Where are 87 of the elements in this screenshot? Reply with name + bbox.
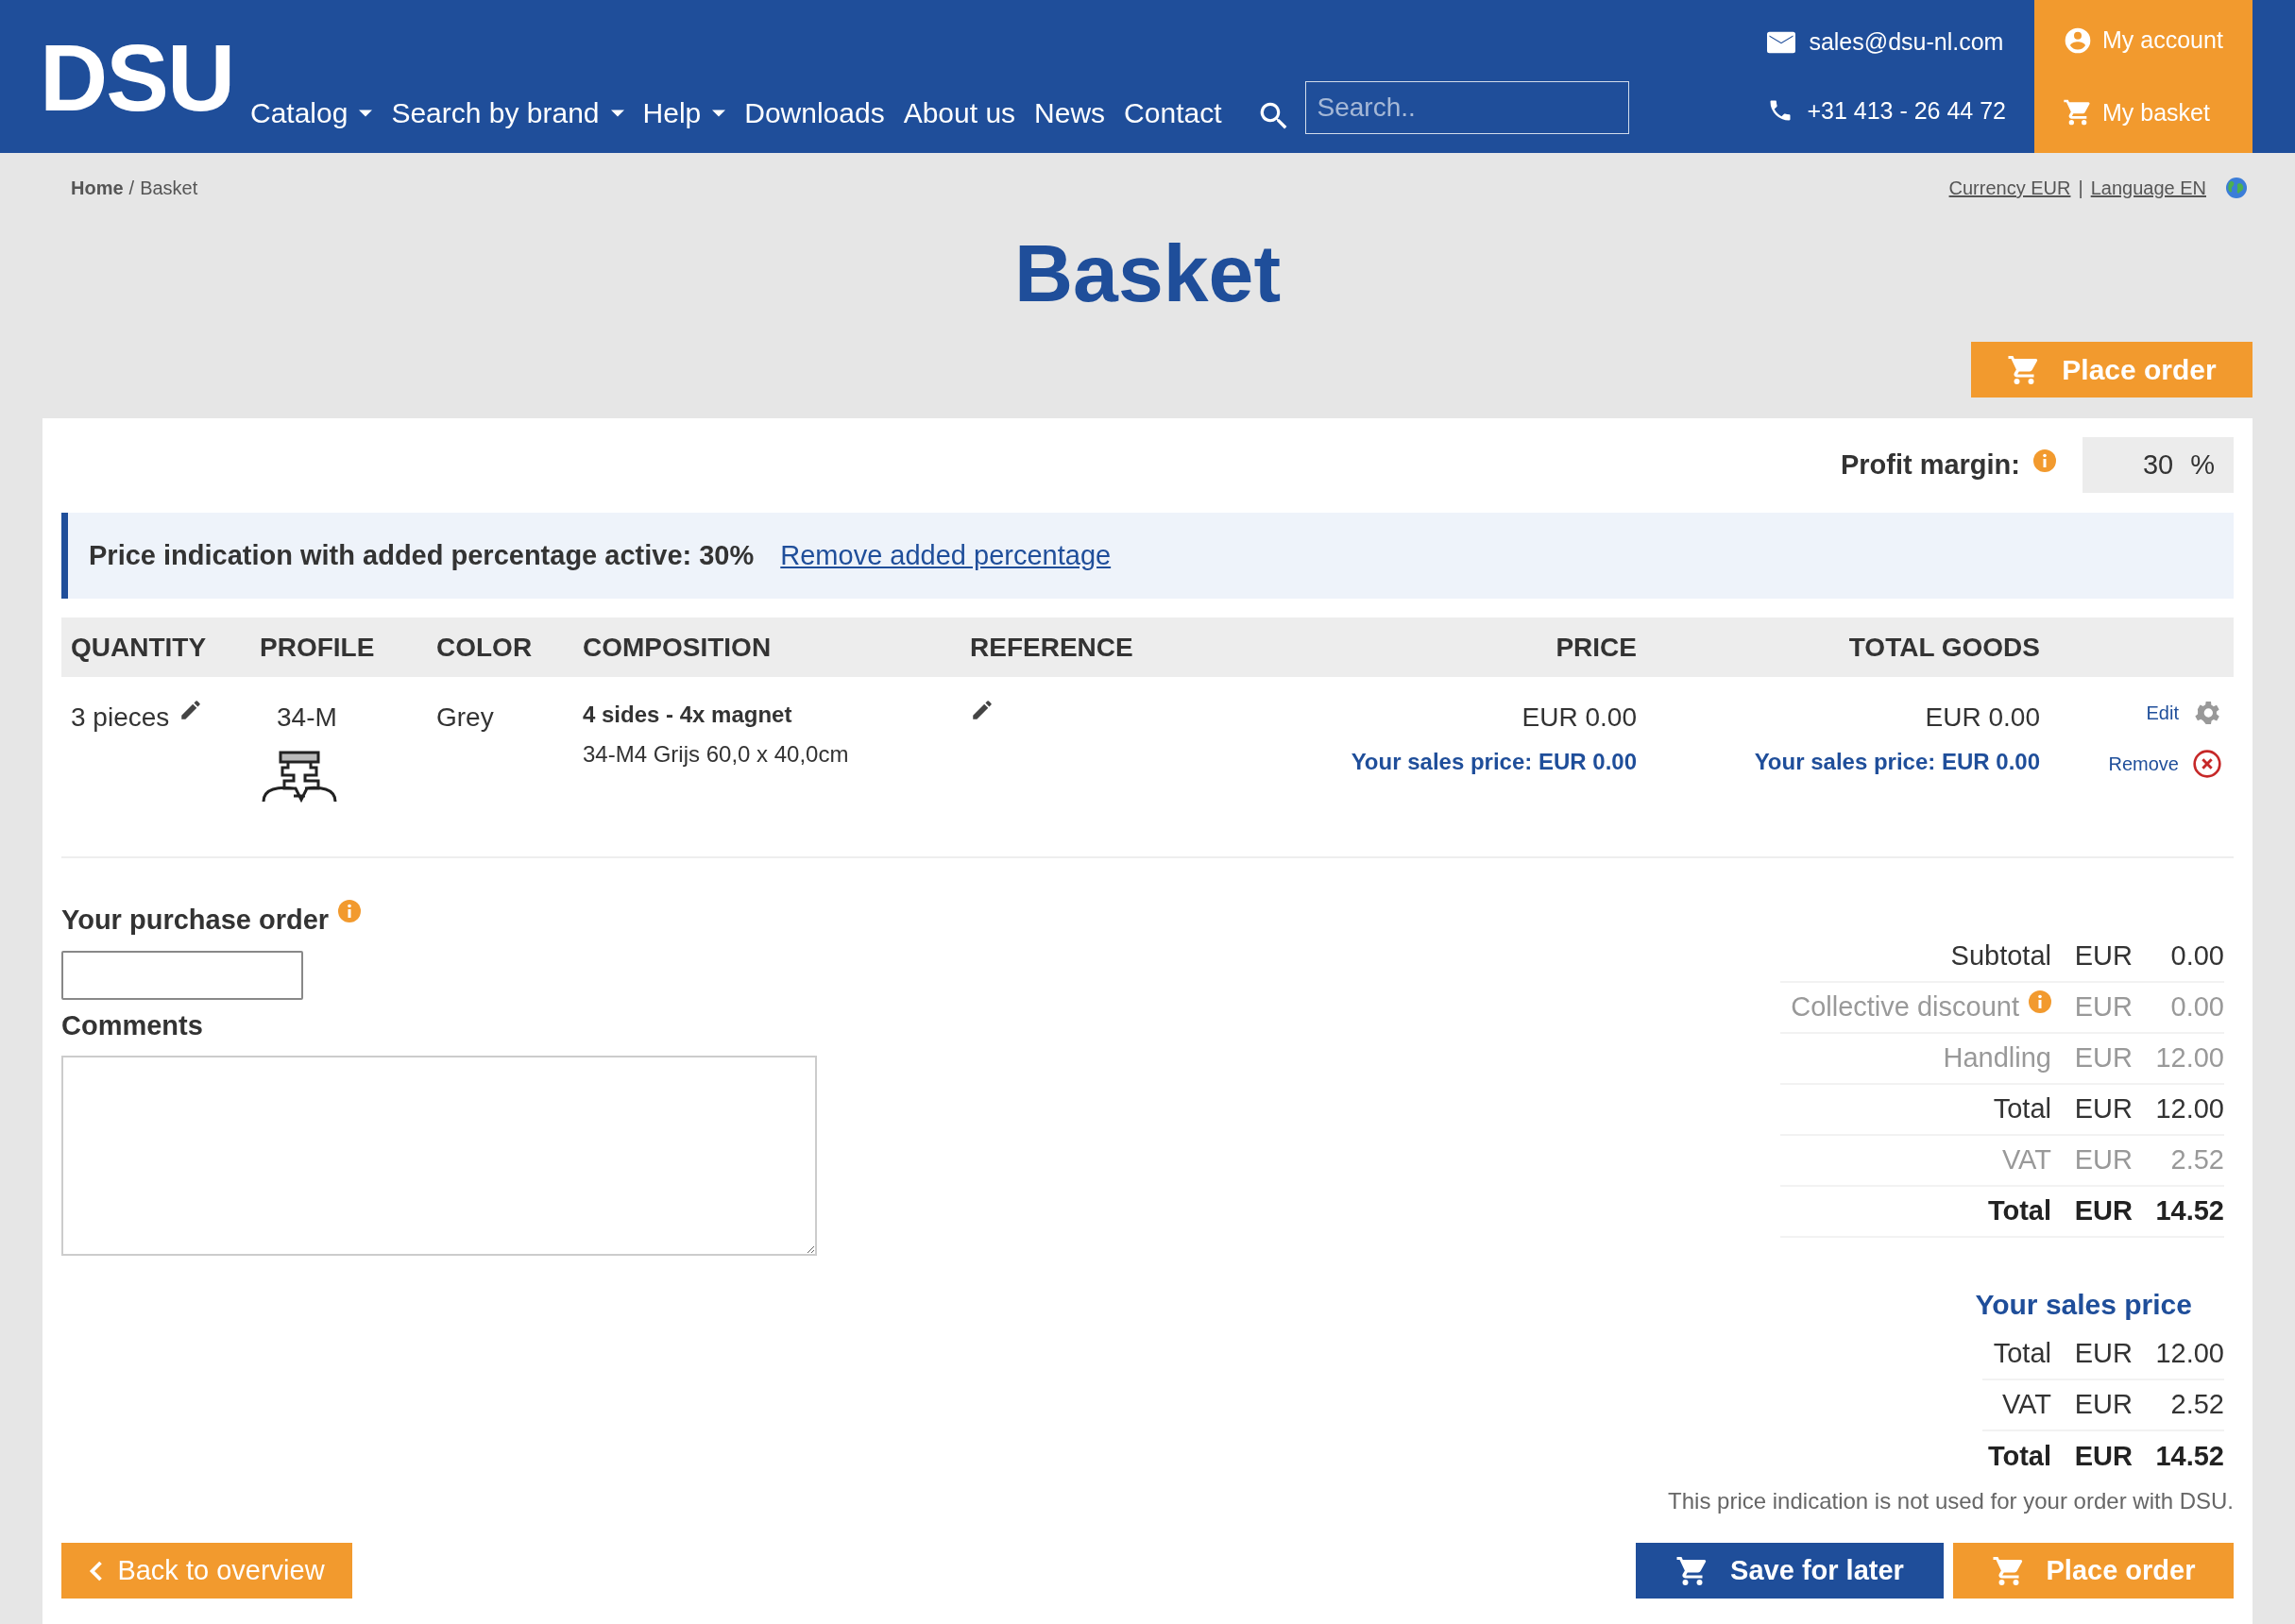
nav-link[interactable]: Contact bbox=[1124, 92, 1222, 134]
chevron-left-icon bbox=[89, 1559, 105, 1582]
summary-label: Total bbox=[1993, 1092, 2051, 1126]
summary-amount: 14.52 bbox=[2154, 1440, 2224, 1474]
sales-total-cell-text: Your sales price: EUR 0.00 bbox=[1754, 748, 2040, 776]
column-header: QUANTITY bbox=[71, 632, 207, 662]
summary-currency: EUR bbox=[2073, 1143, 2133, 1177]
search-field[interactable]: Search.. bbox=[1304, 81, 1629, 134]
profit-margin-label: Profit margin: bbox=[1840, 448, 2020, 482]
summary-currency: EUR bbox=[2073, 1092, 2133, 1126]
color-cell: Grey bbox=[436, 702, 494, 732]
nav-link[interactable]: About us bbox=[903, 92, 1016, 134]
nav-link[interactable]: Downloads bbox=[744, 92, 885, 134]
summary-currency: EUR bbox=[2073, 939, 2133, 973]
nav-link[interactable]: Help bbox=[642, 92, 726, 134]
summary-label: Collective discount bbox=[1791, 990, 2019, 1024]
edit-link[interactable]: Edit bbox=[2146, 698, 2222, 728]
disclaimer-text: This price indication is not used for your order with DSU. bbox=[1668, 1487, 2234, 1515]
sales-price-cell-text: Your sales price: EUR 0.00 bbox=[1351, 748, 1637, 776]
envelope-icon bbox=[1767, 30, 1796, 54]
summary-amount: 2.52 bbox=[2169, 1143, 2224, 1177]
remove-icon bbox=[2192, 749, 2222, 779]
profit-margin-value: 30 bbox=[2142, 448, 2174, 482]
comments-label: Comments bbox=[61, 1008, 204, 1042]
separator: | bbox=[2078, 177, 2083, 200]
summary-currency: EUR bbox=[2073, 990, 2133, 1024]
summary-label: Total bbox=[1987, 1194, 2051, 1228]
globe-icon bbox=[2225, 177, 2248, 199]
logo[interactable]: DSU bbox=[40, 30, 234, 125]
summary-currency: EUR bbox=[2073, 1194, 2133, 1228]
column-header: REFERENCE bbox=[970, 632, 1133, 662]
composition-title: 4 sides - 4x magnet bbox=[583, 701, 793, 729]
price-cell-text: EUR 0.00 bbox=[1522, 702, 1637, 734]
nav-link[interactable]: Search by brand bbox=[391, 92, 624, 134]
summary-amount: 12.00 bbox=[2154, 1041, 2224, 1075]
remove-percentage-link[interactable]: Remove added percentage bbox=[780, 534, 1112, 577]
breadcrumb-separator: / bbox=[128, 177, 135, 200]
caret-icon bbox=[610, 109, 624, 117]
info-icon bbox=[2029, 990, 2051, 1013]
notice-text: Price indication with added percentage active: 30% bbox=[89, 538, 755, 572]
comments-field[interactable] bbox=[61, 1056, 817, 1256]
column-header: TOTAL GOODS bbox=[1848, 632, 2040, 662]
phone-link[interactable]: +31 413 - 26 44 72 bbox=[1767, 93, 2006, 128]
summary-label: VAT bbox=[2001, 1143, 2051, 1177]
summary-currency: EUR bbox=[2073, 1337, 2133, 1371]
nav-link[interactable]: Catalog bbox=[250, 92, 373, 134]
caret-icon bbox=[712, 109, 726, 117]
summary-amount: 12.00 bbox=[2154, 1337, 2224, 1371]
column-header: COLOR bbox=[436, 632, 533, 662]
purchase-order-field[interactable] bbox=[61, 950, 303, 1000]
summary-label: Subtotal bbox=[1950, 939, 2051, 973]
summary-currency: EUR bbox=[2073, 1041, 2133, 1075]
email-link[interactable]: sales@dsu-nl.com bbox=[1767, 25, 2006, 60]
info-icon bbox=[338, 900, 362, 922]
remove-link[interactable]: Remove bbox=[2108, 749, 2222, 779]
summary-amount: 12.00 bbox=[2154, 1092, 2224, 1126]
quantity-cell-text: 3 pieces bbox=[71, 702, 170, 734]
summary-amount: 14.52 bbox=[2154, 1194, 2224, 1228]
column-header: PROFILE bbox=[260, 632, 375, 662]
language-link[interactable]: Language EN bbox=[2090, 174, 2206, 202]
summary-currency: EUR bbox=[2073, 1388, 2133, 1422]
pencil-icon[interactable] bbox=[970, 698, 994, 722]
summary-label: VAT bbox=[2000, 1388, 2051, 1422]
column-header: COMPOSITION bbox=[583, 632, 772, 662]
profile-cell-text: 34-M bbox=[277, 702, 337, 734]
purchase-order-label: Your purchase order bbox=[61, 904, 330, 937]
summary-amount: 2.52 bbox=[2169, 1388, 2224, 1422]
page-title: Basket bbox=[1012, 232, 1283, 313]
summary-amount: 0.00 bbox=[2169, 990, 2224, 1024]
total-goods-cell-text: EUR 0.00 bbox=[1925, 702, 2040, 734]
breadcrumb-current: Basket bbox=[140, 177, 198, 200]
caret-icon bbox=[359, 109, 373, 117]
summary-amount: 0.00 bbox=[2169, 939, 2224, 973]
composition-detail: 34-M4 Grijs 60,0 x 40,0cm bbox=[583, 740, 850, 769]
summary-label: Total bbox=[1992, 1337, 2051, 1371]
sales-price-heading: Your sales price bbox=[1975, 1288, 2192, 1322]
percent-unit: % bbox=[2190, 448, 2215, 482]
summary-currency: EUR bbox=[2073, 1440, 2133, 1474]
summary-label: Handling bbox=[1943, 1041, 2051, 1075]
summary-label: Total bbox=[1986, 1440, 2051, 1474]
nav-link[interactable]: News bbox=[1034, 92, 1106, 134]
info-icon bbox=[2033, 448, 2056, 472]
save-for-later-button[interactable]: Save for later bbox=[1636, 1543, 1944, 1599]
breadcrumb-link[interactable]: Home bbox=[71, 174, 124, 202]
column-header: PRICE bbox=[1556, 632, 1637, 662]
profit-margin-field[interactable]: 30 % bbox=[2082, 437, 2234, 493]
currency-link[interactable]: Currency EUR bbox=[1948, 174, 2071, 202]
